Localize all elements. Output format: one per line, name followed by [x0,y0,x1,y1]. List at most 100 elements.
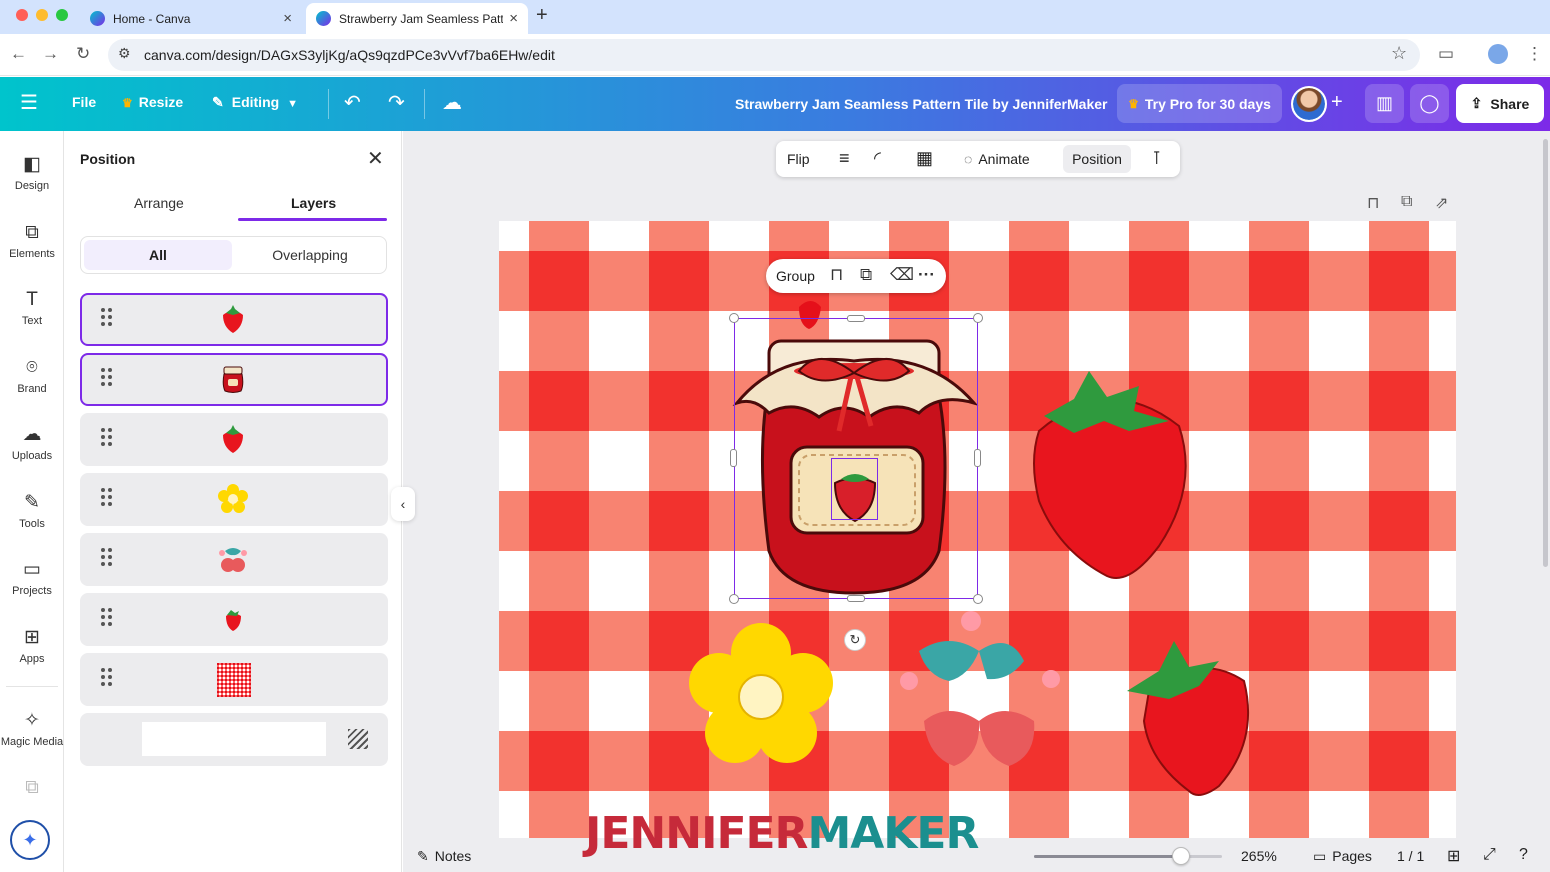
more-options-icon[interactable]: ··· [918,265,935,285]
user-avatar[interactable] [1291,86,1327,122]
rail-item-brand[interactable]: ⌾ Brand [0,356,64,395]
editing-mode-dropdown[interactable]: ✎ Editing ▼ [212,94,298,111]
reload-icon[interactable]: ↻ [76,44,90,64]
rail-item-more[interactable]: ⧉ [0,776,64,800]
maximize-window-button[interactable] [56,9,68,21]
drag-handle-icon[interactable] [101,368,113,388]
drag-handle-icon[interactable] [101,548,113,568]
new-tab-button[interactable]: + [536,4,548,27]
drag-handle-icon[interactable] [101,428,113,448]
filter-overlapping[interactable]: Overlapping [236,240,384,270]
layer-row[interactable] [80,713,388,766]
cast-icon[interactable]: ▭ [1438,44,1454,64]
transparency-icon[interactable]: ▦ [916,148,933,169]
rail-item-apps[interactable]: ⊞ Apps [0,626,64,665]
site-settings-icon[interactable]: ⚙ [118,45,131,62]
close-tab-icon[interactable]: × [283,10,292,27]
tab-layers[interactable]: Layers [291,195,336,211]
omnibox[interactable]: ⚙ canva.com/design/DAGxS3yljKg/aQs9qzdPC… [108,39,1420,71]
rail-item-magic-media[interactable]: ✧ Magic Media [0,709,64,748]
file-menu-button[interactable]: File [72,94,96,110]
rail-item-text[interactable]: T Text [0,288,64,327]
zoom-level[interactable]: 265% [1241,848,1277,864]
rail-item-elements[interactable]: ⧉ Elements [0,221,64,260]
layer-row[interactable] [80,533,388,586]
layer-thumbnail-small-strawberry [217,603,249,635]
minimize-window-button[interactable] [36,9,48,21]
try-pro-button[interactable]: ♛ Try Pro for 30 days [1117,84,1282,123]
duplicate-page-icon[interactable]: ⧉ [1401,193,1412,211]
tools-icon: ✎ [24,492,40,513]
zoom-slider-knob[interactable] [1171,847,1190,865]
grid-view-icon[interactable]: ⊞ [1447,846,1460,866]
collapse-panel-button[interactable]: ‹ [391,487,415,521]
bookmark-star-icon[interactable]: ☆ [1391,43,1407,64]
close-tab-icon[interactable]: × [509,10,518,27]
rotate-handle[interactable]: ↻ [844,629,866,651]
resize-handle[interactable] [847,315,865,322]
profile-avatar[interactable] [1488,44,1508,64]
corner-rounding-icon[interactable]: ◜ [874,148,881,169]
lock-page-icon[interactable]: ⊓ [1367,193,1379,213]
layer-row[interactable] [80,293,388,346]
rail-item-tools[interactable]: ✎ Tools [0,491,64,530]
add-page-icon[interactable]: ⇗ [1435,193,1448,213]
resize-handle[interactable] [973,594,983,604]
vertical-scrollbar[interactable] [1543,139,1548,567]
redo-icon[interactable]: ↷ [388,90,405,115]
trash-icon[interactable]: ⌫ [890,265,914,285]
line-weight-icon[interactable]: ≡ [839,148,850,169]
tab-arrange[interactable]: Arrange [134,195,184,211]
layer-row[interactable] [80,473,388,526]
notes-button[interactable]: ✎ Notes [417,848,471,865]
drag-handle-icon[interactable] [101,488,113,508]
forward-icon[interactable]: → [42,44,59,64]
rail-item-projects[interactable]: ▭ Projects [0,558,64,597]
close-panel-icon[interactable]: ✕ [367,146,384,171]
inner-element-selection[interactable] [831,458,878,520]
resize-handle[interactable] [729,594,739,604]
layer-row[interactable] [80,593,388,646]
flip-button[interactable]: Flip [787,151,810,167]
drag-handle-icon[interactable] [101,608,113,628]
main-menu-icon[interactable]: ☰ [20,90,38,115]
invite-plus-icon[interactable]: + [1331,91,1343,114]
help-icon[interactable]: ? [1519,846,1528,864]
rail-item-design[interactable]: ◧ Design [0,153,64,192]
resize-handle[interactable] [847,595,865,602]
insights-button[interactable]: ▥ [1365,84,1404,123]
undo-icon[interactable]: ↶ [344,90,361,115]
cloud-saved-icon[interactable]: ☁ [442,90,462,115]
design-title[interactable]: Strawberry Jam Seamless Pattern Tile by … [735,96,1107,112]
resize-handle[interactable] [729,313,739,323]
browser-tab-home[interactable]: Home - Canva × [80,3,302,34]
comments-button[interactable]: ◯ [1410,84,1449,123]
animate-button[interactable]: ◌ Animate [964,151,1030,167]
drag-handle-icon[interactable] [101,308,113,328]
paint-roller-icon[interactable]: ⊺ [1152,148,1161,169]
fullscreen-icon[interactable]: ⤢ [1483,846,1496,864]
zoom-slider[interactable] [1034,847,1222,865]
resize-handle[interactable] [974,449,981,467]
drag-handle-icon[interactable] [101,668,113,688]
group-button[interactable]: Group [776,268,815,284]
filter-all[interactable]: All [84,240,232,270]
browser-menu-icon[interactable]: ⋮ [1526,44,1543,64]
rail-item-uploads[interactable]: ☁ Uploads [0,423,64,462]
position-button[interactable]: Position [1063,145,1131,173]
layer-row[interactable] [80,413,388,466]
resize-handle[interactable] [973,313,983,323]
layer-row[interactable] [80,653,388,706]
resize-button[interactable]: ♛ Resize [122,94,183,110]
browser-tab-design[interactable]: Strawberry Jam Seamless Pattern Tile by … [306,3,528,34]
layer-row[interactable] [80,353,388,406]
back-icon[interactable]: ← [10,44,27,64]
pages-button[interactable]: ▭ Pages [1313,848,1372,865]
canva-favicon-icon [90,11,105,26]
close-window-button[interactable] [16,9,28,21]
lock-icon[interactable]: ⊓ [830,265,843,285]
share-button[interactable]: ⇪ Share [1456,84,1544,123]
resize-handle[interactable] [730,449,737,467]
duplicate-icon[interactable]: ⧉ [860,265,872,285]
magic-assistant-button[interactable]: ✦ [10,820,50,860]
